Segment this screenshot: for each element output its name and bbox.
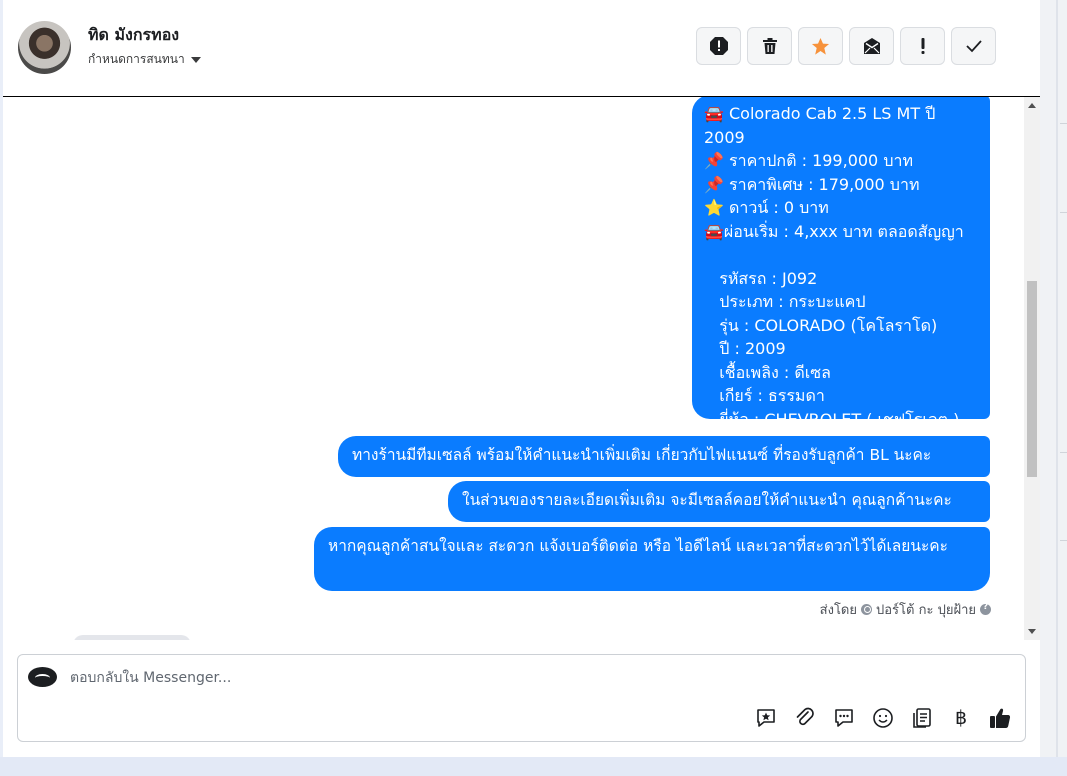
scroll-up-arrow-icon[interactable] bbox=[1028, 103, 1036, 108]
catalog-button[interactable] bbox=[909, 705, 935, 731]
delete-button[interactable] bbox=[747, 27, 792, 65]
message-thread[interactable]: 🚘 Colorado Cab 2.5 LS MT ปี 2009 📌 ราคาป… bbox=[3, 97, 1040, 640]
reply-input[interactable] bbox=[70, 668, 770, 688]
caret-down-icon bbox=[190, 57, 201, 63]
message-bubble[interactable]: 🚘 Colorado Cab 2.5 LS MT ปี 2009 📌 ราคาป… bbox=[692, 97, 990, 429]
message-bubble[interactable]: ทางร้านมีทีมเซลล์ พร้อมให้คำแนะนำเพิ่มเต… bbox=[338, 436, 990, 477]
message-bubble[interactable]: ในส่วนของรายละเอียดเพิ่มเติม จะมีเซลล์คอ… bbox=[448, 481, 990, 522]
star-button[interactable] bbox=[798, 27, 843, 65]
mark-unread-button[interactable] bbox=[849, 27, 894, 65]
incoming-message-preview bbox=[73, 635, 191, 640]
header-actions bbox=[696, 27, 996, 65]
attach-button[interactable] bbox=[792, 705, 818, 731]
mark-unread-icon bbox=[863, 38, 880, 54]
emoji-button[interactable] bbox=[870, 705, 896, 731]
exclamation-icon bbox=[921, 38, 924, 54]
payment-button[interactable]: ฿ bbox=[948, 705, 974, 731]
bottom-edge bbox=[0, 757, 1067, 776]
thumbs-up-icon bbox=[990, 708, 1011, 728]
attachment-icon bbox=[796, 707, 814, 726]
emoji-icon bbox=[873, 708, 893, 728]
contact-name[interactable]: ทิด มังกรทอง bbox=[88, 23, 179, 48]
chat-bubble-icon bbox=[835, 709, 853, 727]
assign-conversation-dropdown[interactable]: กำหนดการสนทนา bbox=[88, 50, 201, 69]
saved-reply-button[interactable] bbox=[753, 705, 779, 731]
assign-conversation-label: กำหนดการสนทนา bbox=[88, 52, 185, 66]
conversation-header: ทิด มังกรทอง กำหนดการสนทนา bbox=[3, 0, 1040, 97]
catalog-icon bbox=[913, 708, 931, 728]
sender-name[interactable]: ปอร์โต้ กะ ปุยฝ้าย bbox=[876, 599, 976, 620]
message-bubble[interactable]: หากคุณลูกค้าสนใจและ สะดวก แจ้งเบอร์ติดต่… bbox=[314, 527, 990, 591]
thread-scrollbar[interactable] bbox=[1024, 97, 1040, 640]
sent-by-info: ส่งโดย ปอร์โต้ กะ ปุยฝ้าย bbox=[820, 599, 991, 620]
like-button[interactable] bbox=[987, 705, 1013, 731]
right-sidebar-edge bbox=[1040, 0, 1067, 757]
trash-icon bbox=[762, 38, 777, 54]
reply-composer: ฿ bbox=[17, 654, 1026, 742]
check-icon bbox=[965, 40, 982, 53]
quick-reply-button[interactable] bbox=[831, 705, 857, 731]
mark-done-button[interactable] bbox=[951, 27, 996, 65]
scrollbar-thumb[interactable] bbox=[1027, 281, 1037, 477]
verified-icon bbox=[861, 604, 872, 615]
report-button[interactable] bbox=[696, 27, 741, 65]
sent-by-label: ส่งโดย bbox=[819, 603, 857, 618]
saved-reply-icon bbox=[757, 709, 775, 727]
contact-avatar[interactable] bbox=[18, 21, 71, 74]
scroll-down-arrow-icon[interactable] bbox=[1028, 629, 1036, 634]
help-icon[interactable] bbox=[980, 602, 991, 615]
report-icon bbox=[709, 37, 728, 55]
star-icon bbox=[811, 37, 830, 55]
currency-icon: ฿ bbox=[954, 707, 968, 729]
spam-button[interactable] bbox=[900, 27, 945, 65]
composer-toolbar: ฿ bbox=[753, 705, 1013, 731]
page-logo-icon bbox=[28, 667, 57, 687]
